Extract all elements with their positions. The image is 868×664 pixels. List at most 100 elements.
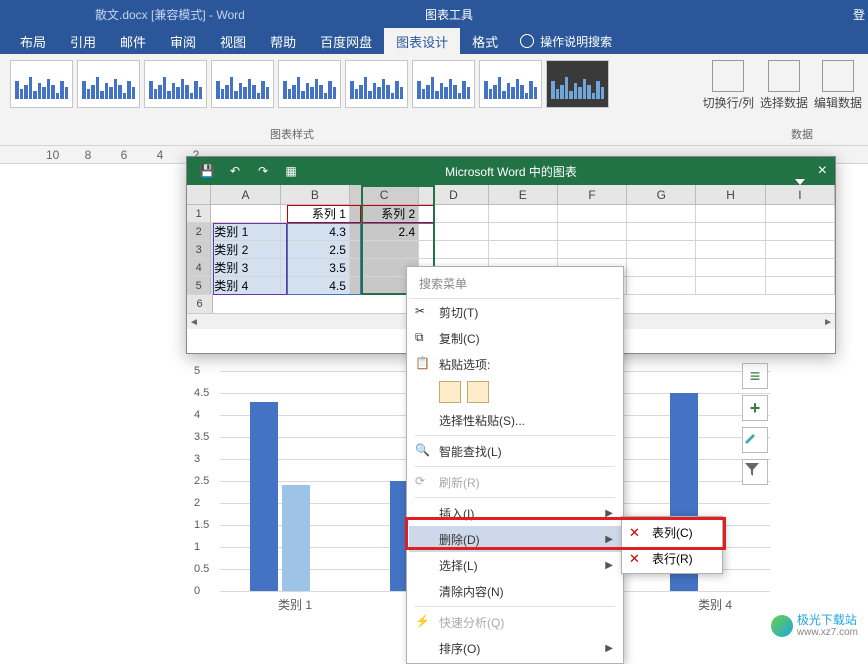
cell[interactable]: 类别 2 [211, 241, 280, 258]
ctx-cut[interactable]: ✂剪切(T) [409, 299, 621, 325]
chart-filter-button[interactable] [742, 459, 768, 485]
row-hdr[interactable]: 3 [187, 241, 211, 258]
cell[interactable]: 2.4 [350, 223, 419, 240]
chart-styles-button[interactable] [742, 427, 768, 453]
edit-data-button[interactable]: 编辑数据 [814, 60, 862, 111]
chart-style-9[interactable] [546, 60, 609, 108]
paste-opt-2[interactable] [467, 381, 489, 403]
cell[interactable]: 类别 1 [211, 223, 280, 240]
save-icon[interactable]: 💾 [197, 161, 217, 181]
ctx-delete[interactable]: 删除(D)▶ [409, 526, 621, 552]
cell[interactable]: 3.5 [281, 259, 350, 276]
cell[interactable] [350, 241, 419, 258]
chart-style-1[interactable] [10, 60, 73, 108]
cell[interactable]: 2.5 [281, 241, 350, 258]
cell[interactable] [627, 223, 696, 240]
cell[interactable] [489, 223, 558, 240]
cell[interactable]: 类别 4 [211, 277, 280, 294]
cell[interactable] [489, 241, 558, 258]
login-button[interactable]: 登 [853, 6, 865, 23]
cell[interactable] [696, 277, 765, 294]
cell[interactable] [696, 223, 765, 240]
row-hdr[interactable]: 2 [187, 223, 211, 240]
select-data-button[interactable]: 选择数据 [760, 60, 808, 111]
cell[interactable] [419, 223, 488, 240]
switch-rowcol-button[interactable]: 切换行/列 [703, 60, 754, 111]
cell[interactable]: 类别 3 [211, 259, 280, 276]
row-hdr[interactable]: 5 [187, 277, 211, 294]
table-row[interactable]: 1 系列 1系列 2 [187, 205, 835, 223]
cell[interactable]: 系列 2 [350, 205, 419, 222]
cell[interactable] [489, 205, 558, 222]
chart-style-5[interactable] [278, 60, 341, 108]
tab-chart-design[interactable]: 图表设计 [384, 27, 460, 56]
delete-columns[interactable]: ✕表列(C) [624, 519, 720, 545]
tab-layout[interactable]: 布局 [8, 27, 58, 56]
col-hdr-B[interactable]: B [281, 185, 350, 204]
table-row[interactable]: 2类别 14.32.4 [187, 223, 835, 241]
cell[interactable] [627, 277, 696, 294]
delete-rows[interactable]: ✕表行(R) [624, 545, 720, 571]
cell[interactable] [766, 223, 835, 240]
chart-elements-button[interactable]: ≡ [742, 363, 768, 389]
cell[interactable] [766, 241, 835, 258]
cell[interactable] [766, 277, 835, 294]
select-all-corner[interactable] [187, 185, 211, 204]
cell[interactable] [766, 259, 835, 276]
tab-mail[interactable]: 邮件 [108, 27, 158, 56]
cell[interactable]: 4.3 [281, 223, 350, 240]
customize-qat-icon[interactable]: ▦ [281, 161, 301, 181]
col-hdr-F[interactable]: F [558, 185, 627, 204]
ctx-select[interactable]: 选择(L)▶ [409, 552, 621, 578]
ctx-smart-lookup[interactable]: 🔍智能查找(L) [409, 438, 621, 464]
tab-review[interactable]: 审阅 [158, 27, 208, 56]
ctx-sort[interactable]: 排序(O)▶ [409, 635, 621, 661]
col-hdr-A[interactable]: A [211, 185, 280, 204]
scroll-right-icon[interactable]: ► [823, 317, 833, 328]
cell[interactable] [627, 259, 696, 276]
close-icon[interactable]: × [818, 162, 827, 180]
cell[interactable] [627, 241, 696, 258]
chart-add-button[interactable]: + [742, 395, 768, 421]
cell[interactable] [627, 205, 696, 222]
cell[interactable] [558, 223, 627, 240]
tab-view[interactable]: 视图 [208, 27, 258, 56]
paste-opt-1[interactable] [439, 381, 461, 403]
cell[interactable] [211, 205, 280, 222]
ctx-search-input[interactable]: 搜索菜单 [409, 269, 621, 299]
table-row[interactable]: 3类别 22.5 [187, 241, 835, 259]
cell[interactable] [558, 241, 627, 258]
cell[interactable] [696, 259, 765, 276]
col-hdr-D[interactable]: D [419, 185, 488, 204]
tab-baidu[interactable]: 百度网盘 [308, 27, 384, 56]
cell[interactable] [696, 241, 765, 258]
ctx-clear[interactable]: 清除内容(N) [409, 578, 621, 604]
redo-icon[interactable]: ↷ [253, 161, 273, 181]
cell[interactable]: 系列 1 [281, 205, 350, 222]
undo-icon[interactable]: ↶ [225, 161, 245, 181]
cell[interactable] [558, 205, 627, 222]
chart-style-3[interactable] [144, 60, 207, 108]
cell[interactable] [419, 205, 488, 222]
ctx-paste-special[interactable]: 选择性粘贴(S)... [409, 407, 621, 433]
tell-me-search[interactable]: 操作说明搜索 [520, 33, 612, 50]
col-hdr-E[interactable]: E [489, 185, 558, 204]
chart-style-7[interactable] [412, 60, 475, 108]
col-hdr-I[interactable]: I [766, 185, 835, 204]
col-hdr-H[interactable]: H [696, 185, 765, 204]
chart-style-2[interactable] [77, 60, 140, 108]
col-hdr-G[interactable]: G [627, 185, 696, 204]
cell[interactable] [696, 205, 765, 222]
tab-help[interactable]: 帮助 [258, 27, 308, 56]
chart-style-8[interactable] [479, 60, 542, 108]
row-hdr[interactable]: 1 [187, 205, 211, 222]
ctx-insert[interactable]: 插入(I)▶ [409, 500, 621, 526]
scroll-left-icon[interactable]: ◄ [189, 317, 199, 328]
chart-style-6[interactable] [345, 60, 408, 108]
tab-references[interactable]: 引用 [58, 27, 108, 56]
cell[interactable] [419, 241, 488, 258]
tab-format[interactable]: 格式 [460, 27, 510, 56]
cell[interactable]: 4.5 [281, 277, 350, 294]
col-hdr-C[interactable]: C [350, 185, 419, 204]
ctx-copy[interactable]: ⧉复制(C) [409, 325, 621, 351]
